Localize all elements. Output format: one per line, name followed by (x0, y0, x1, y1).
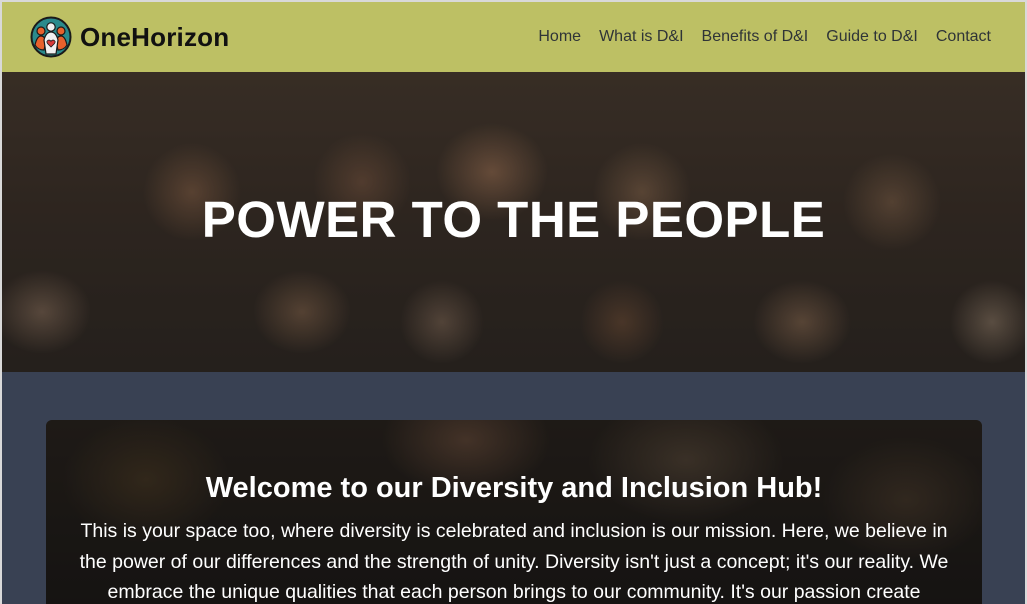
brand-name: OneHorizon (80, 21, 230, 52)
main-nav: Home What is D&I Benefits of D&I Guide t… (538, 28, 991, 46)
brand[interactable]: OneHorizon (30, 16, 229, 58)
page-frame: OneHorizon Home What is D&I Benefits of … (0, 0, 1027, 604)
nav-link-home[interactable]: Home (538, 28, 581, 46)
welcome-text: This is your space too, where diversity … (79, 520, 949, 603)
nav-link-benefits-of-di[interactable]: Benefits of D&I (702, 28, 809, 46)
welcome-card: Welcome to our Diversity and Inclusion H… (46, 420, 982, 604)
hero-title: POWER TO THE PEOPLE (201, 191, 826, 248)
navbar: OneHorizon Home What is D&I Benefits of … (2, 2, 1025, 72)
nav-link-what-is-di[interactable]: What is D&I (599, 28, 683, 46)
hero-banner: POWER TO THE PEOPLE (2, 72, 1025, 372)
welcome-title: Welcome to our Diversity and Inclusion H… (205, 472, 823, 504)
people-group-heart-icon (30, 16, 72, 58)
nav-link-guide-to-di[interactable]: Guide to D&I (826, 28, 918, 46)
nav-link-contact[interactable]: Contact (936, 28, 991, 46)
